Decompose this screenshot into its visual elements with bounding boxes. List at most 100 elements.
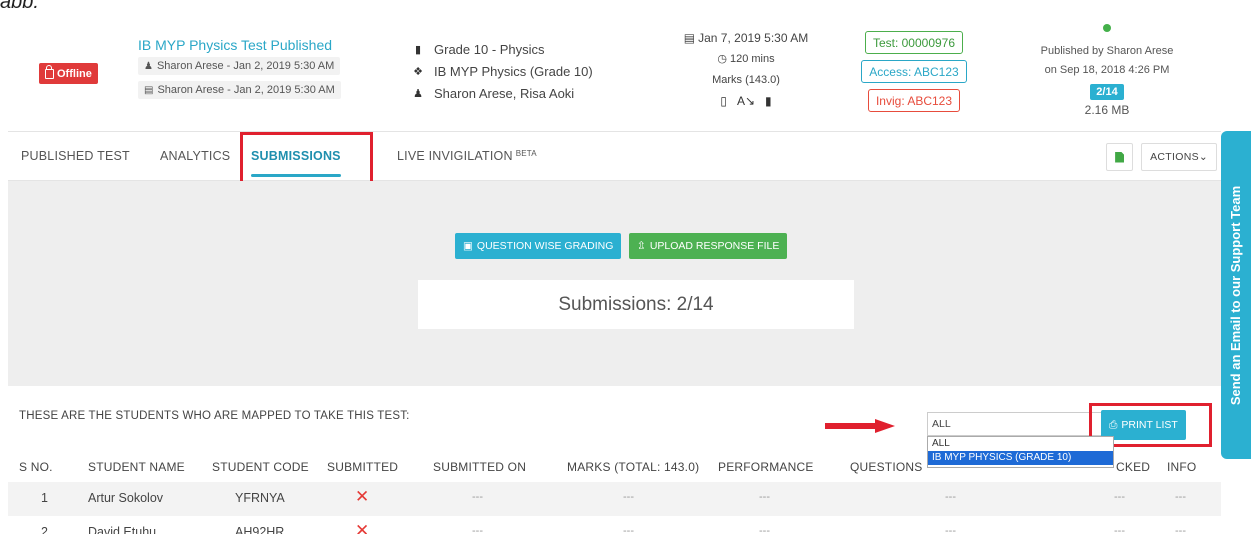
duration-text: 120 mins [729,52,775,65]
offline-badge: Offline [39,63,98,84]
cell-info: --- [1175,491,1186,503]
mobile-icon: ▯ [720,93,727,108]
actions-label: ACTIONS [1150,151,1199,163]
published-by: Published by Sharon Arese [1040,45,1174,57]
date-text: Jan 7, 2019 5:30 AM [698,30,809,45]
cell-code: YFRNYA [235,491,285,505]
date-row: ▤ Jan 7, 2019 5:30 AM [646,27,846,48]
mapped-students-heading: THESE ARE THE STUDENTS WHO ARE MAPPED TO… [19,410,410,422]
tab-live-invigilation[interactable]: LIVE INVIGILATION BETA [397,132,537,180]
tab-label: PUBLISHED TEST [21,149,130,163]
export-button[interactable] [1106,143,1134,171]
upload-response-file-button[interactable]: ⇫ UPLOAD RESPONSE FILE [629,233,788,259]
submissions-summary: Submissions: 2/14 [418,280,854,329]
col-marks: MARKS (TOTAL: 143.0) [567,460,700,474]
class-filter-dropdown: ALL IB MYP PHYSICS (GRADE 10) [927,436,1114,468]
cell-checked: --- [1114,525,1125,534]
question-wise-label: QUESTION WISE GRADING [476,240,614,252]
globe-icon: ❖ [413,65,423,78]
cell-marks: --- [623,491,634,503]
not-submitted-icon: ✕ [355,487,370,506]
table-row[interactable]: 1 Artur Sokolov YFRNYA ✕ --- --- --- ---… [8,482,1221,516]
created-chip-text: Sharon Arese - Jan 2, 2019 5:30 AM [156,60,335,72]
cell-name: David Etuhu [88,525,157,534]
cell-sno: 2 [41,525,48,534]
grading-panel: ▣ QUESTION WISE GRADING ⇫ UPLOAD RESPONS… [8,181,1221,386]
published-on: on Sep 18, 2018 4:26 PM [1044,64,1170,76]
support-email-label: Send an Email to our Support Team [1228,185,1244,405]
codes: Test: 00000976 Access: ABC123 Invig: ABC… [856,31,972,112]
invig-code: Invig: ABC123 [867,89,961,112]
schedule-info: ▤ Jan 7, 2019 5:30 AM ◷ 120 mins Marks (… [646,27,846,111]
test-code: Test: 00000976 [864,31,964,54]
cell-performance: --- [759,525,770,534]
tab-label: LIVE INVIGILATION [397,149,513,163]
print-label: PRINT LIST [1121,419,1178,431]
col-checked: CKED [1116,460,1151,474]
file-icon [1115,151,1125,163]
file-icon: ▮ [765,93,772,108]
test-title[interactable]: IB MYP Physics Test Published [138,37,332,53]
clock-icon: ◷ [717,53,727,65]
course-row: ❖ IB MYP Physics (Grade 10) [412,60,593,82]
tab-published-test[interactable]: PUBLISHED TEST [21,132,130,180]
online-status-dot [1103,24,1111,32]
calendar-icon: ▤ [144,84,154,96]
red-arrow-annotation [825,419,895,433]
print-icon: ⎙ [1109,418,1118,431]
cell-info: --- [1175,525,1186,534]
col-questions: QUESTIONS [850,460,923,474]
cell-sno: 1 [41,491,48,505]
cell-name: Artur Sokolov [88,491,164,505]
duration-row: ◷ 120 mins [646,48,846,69]
cell-questions: --- [945,491,956,503]
file-size: 2.16 MB [1084,103,1130,117]
tab-submissions[interactable]: SUBMISSIONS [251,132,341,180]
table-row[interactable]: 2 David Etuhu AH92HR ✕ --- --- --- --- -… [8,516,1221,534]
publish-info: Published by Sharon Arese on Sep 18, 201… [1013,24,1201,117]
col-info: INFO [1167,460,1197,474]
cell-submitted-on: --- [472,525,483,534]
cell-checked: --- [1114,491,1125,503]
col-performance: PERFORMANCE [718,460,814,474]
marks-row: Marks (143.0) [646,69,846,90]
support-email-tab[interactable]: Send an Email to our Support Team [1221,131,1251,459]
tab-label: ANALYTICS [160,149,231,163]
grading-icon: ▣ [463,240,473,252]
tab-toolbar: ACTIONS ⌄ [1106,143,1217,171]
col-sno: S NO. [19,460,53,474]
cell-submitted-on: --- [472,491,483,503]
users-icon: ♟ [413,87,423,100]
cell-performance: --- [759,491,770,503]
grade-row: ▮ Grade 10 - Physics [412,38,593,60]
access-code: Access: ABC123 [861,60,967,83]
filter-option-all[interactable]: ALL [928,437,1113,451]
updated-chip-text: Sharon Arese - Jan 2, 2019 5:30 AM [157,84,335,96]
col-student-name: STUDENT NAME [88,460,185,474]
spellcheck-icon: A↘ [736,93,756,108]
cell-marks: --- [623,525,634,534]
question-wise-grading-button[interactable]: ▣ QUESTION WISE GRADING [455,233,622,259]
user-icon: ♟ [144,60,153,72]
cell-code: AH92HR [235,525,285,534]
not-submitted-icon: ✕ [355,521,370,534]
offline-label: Offline [57,67,92,80]
tab-bar: PUBLISHED TEST ANALYTICS SUBMISSIONS LIV… [8,132,1221,181]
updated-chip: ▤ Sharon Arese - Jan 2, 2019 5:30 AM [138,81,341,99]
test-header: Offline IB MYP Physics Test Published ♟ … [8,8,1221,132]
teachers-row: ♟ Sharon Arese, Risa Aoki [412,82,593,104]
lock-icon [45,64,54,79]
grade-text: Grade 10 - Physics [434,41,545,57]
test-info: ▮ Grade 10 - Physics ❖ IB MYP Physics (G… [412,38,593,104]
col-submitted-on: SUBMITTED ON [433,460,527,474]
filter-option-ib-myp-physics[interactable]: IB MYP PHYSICS (GRADE 10) [928,451,1113,465]
filter-value: ALL [932,418,951,430]
tab-analytics[interactable]: ANALYTICS [160,132,230,180]
class-filter-select[interactable]: ALL [927,412,1114,436]
col-student-code: STUDENT CODE [212,460,309,474]
cell-questions: --- [945,525,956,534]
teachers-text: Sharon Arese, Risa Aoki [434,85,575,101]
actions-button[interactable]: ACTIONS ⌄ [1141,143,1217,171]
submission-count-badge: 2/14 [1090,84,1124,100]
col-submitted: SUBMITTED [327,460,399,474]
